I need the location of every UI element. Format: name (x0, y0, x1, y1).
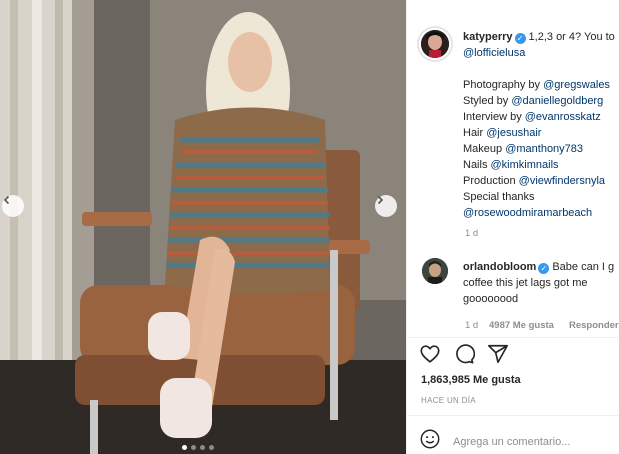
caption-credit: Nails @kimkimnails (463, 159, 559, 171)
caption-credit: Special thanks (463, 191, 535, 203)
post-caption: katyperry ✓ 1,2,3 or 4? You to @lofficielu… (463, 29, 619, 221)
post-actions (419, 343, 509, 365)
verified-badge-icon: ✓ (538, 263, 550, 274)
post-photo (0, 0, 406, 454)
comment-likes[interactable]: 4987 Me gusta (489, 320, 554, 331)
comment-icon (456, 344, 476, 364)
share-button[interactable] (487, 343, 509, 365)
carousel-dot (200, 445, 205, 450)
post-timestamp[interactable]: HACE UN DÍA (421, 396, 476, 405)
likes-count[interactable]: 1,863,985 Me gusta (421, 374, 521, 386)
like-button[interactable] (419, 343, 441, 365)
heart-icon (420, 345, 440, 363)
caption-text: 1,2,3 or 4? You to (528, 31, 615, 43)
divider (407, 415, 619, 416)
divider (407, 337, 619, 338)
author-avatar-image (421, 30, 449, 58)
comment-first-line: orlandobloom ✓ Babe can I g (463, 259, 619, 275)
comment-button[interactable] (453, 343, 476, 365)
carousel-next-button[interactable] (375, 195, 397, 217)
chevron-left-icon (3, 195, 10, 205)
author-avatar[interactable] (417, 26, 453, 62)
mention-link[interactable]: @viewfindersnyla (519, 175, 605, 187)
comment-reply-button[interactable]: Responder (569, 320, 619, 331)
mention-link[interactable]: @gregswales (543, 79, 610, 91)
caption-credit: Hair @jesushair (463, 127, 542, 139)
share-icon (488, 344, 508, 364)
add-comment-input[interactable] (453, 435, 613, 448)
post-side-panel: katyperry ✓ 1,2,3 or 4? You to @lofficielu… (406, 0, 619, 454)
emoji-button[interactable] (419, 428, 441, 454)
caption-age[interactable]: 1 d (465, 228, 478, 239)
photo-illustration (0, 0, 406, 454)
commenter-avatar[interactable] (422, 258, 448, 284)
caption-first-line: katyperry ✓ 1,2,3 or 4? You to (463, 29, 619, 45)
carousel-dot (182, 445, 187, 450)
commenter-avatar-image (422, 258, 448, 284)
caption-credit: Styled by @daniellegoldberg (463, 95, 604, 107)
author-username[interactable]: katyperry (463, 31, 513, 43)
emoji-icon (420, 429, 440, 449)
carousel-prev-button[interactable] (2, 195, 24, 217)
verified-badge-icon: ✓ (514, 33, 526, 44)
carousel-dot (191, 445, 196, 450)
mention-link[interactable]: @rosewoodmiramarbeach (463, 205, 619, 221)
mention-link[interactable]: @jesushair (486, 127, 541, 139)
comment-text: coffee this jet lags got me (463, 277, 588, 289)
add-comment-bar (419, 428, 613, 454)
caption-credit: Makeup @manthony783 (463, 143, 584, 155)
likes-number: 1,863,985 (421, 374, 470, 386)
caption-credit: Production @viewfindersnyla (463, 175, 606, 187)
caption-mention[interactable]: @lofficielusa (463, 45, 619, 61)
carousel-dots (182, 445, 214, 450)
mention-link[interactable]: @evanrosskatz (525, 111, 601, 123)
caption-credit: Interview by @evanrosskatz (463, 111, 601, 123)
mention-link[interactable]: @daniellegoldberg (511, 95, 603, 107)
comment: orlandobloom ✓ Babe can I g coffee this je… (463, 259, 619, 307)
likes-label: Me gusta (473, 374, 521, 386)
commenter-username[interactable]: orlandobloom (463, 261, 536, 273)
comment-text: Babe can I g (552, 261, 615, 273)
caption-credit: Photography by @gregswales (463, 79, 610, 91)
comment-text: goooooood (463, 293, 519, 305)
mention-link[interactable]: @kimkimnails (491, 159, 559, 171)
mention-link[interactable]: @manthony783 (505, 143, 583, 155)
carousel-dot (209, 445, 214, 450)
chevron-right-icon (377, 195, 384, 205)
comment-age[interactable]: 1 d (465, 320, 478, 331)
